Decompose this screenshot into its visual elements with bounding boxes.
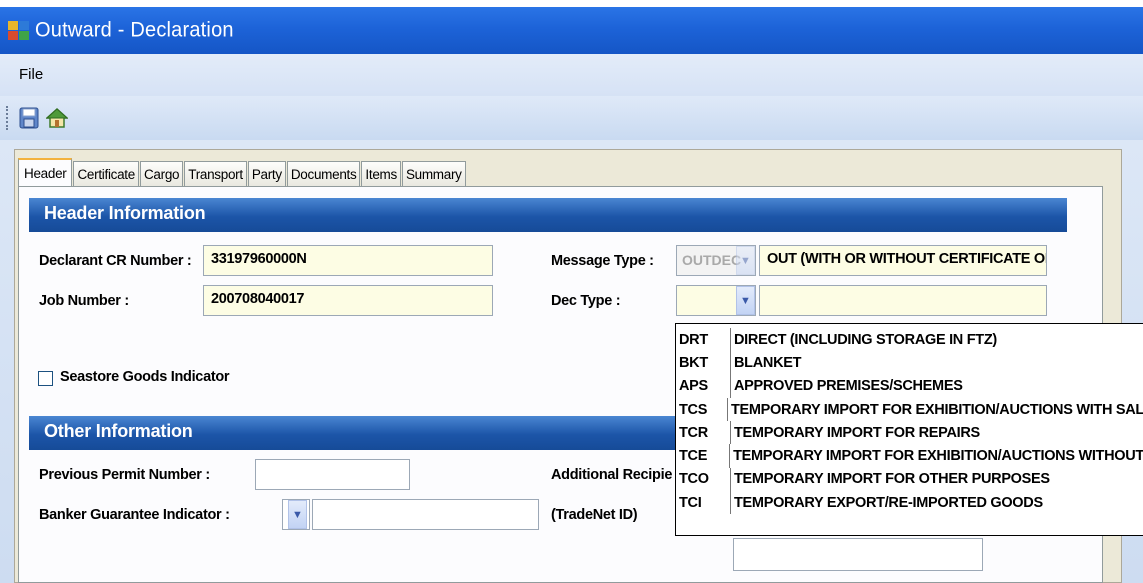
option-code: TCS [676,397,728,422]
message-type-dropdown-button: ▼ [736,246,755,275]
additional-recipient-field[interactable] [733,538,983,571]
previous-permit-label: Previous Permit Number : [39,467,210,483]
menu-file[interactable]: File [19,66,43,83]
dec-type-desc-field[interactable] [759,285,1047,316]
option-code: TCE [676,444,731,468]
dec-type-dropdown-button[interactable]: ▼ [736,286,755,315]
list-item[interactable]: TCO TEMPORARY IMPORT FOR OTHER PURPOSES [676,467,1143,492]
option-desc: APPROVED PREMISES/SCHEMES [734,378,963,395]
banker-guarantee-desc-field[interactable] [312,499,539,530]
banker-guarantee-dropdown-button[interactable]: ▼ [288,500,307,529]
job-number-field[interactable]: 200708040017 [203,285,493,316]
tab-strip: Header Certificate Cargo Transport Party… [18,158,467,186]
tab-documents[interactable]: Documents [286,161,361,186]
list-item[interactable]: TCS TEMPORARY IMPORT FOR EXHIBITION/AUCT… [676,397,1143,422]
option-code: TCO [676,467,731,492]
seastore-label: Seastore Goods Indicator [60,369,230,385]
chevron-down-icon: ▼ [740,254,751,267]
chevron-down-icon: ▼ [740,294,751,307]
tradenet-id-label: (TradeNet ID) [551,507,638,523]
window-title: Outward - Declaration [35,18,234,42]
other-information-title: Other Information [29,416,729,450]
save-button[interactable] [16,104,42,132]
list-item[interactable]: TCI TEMPORARY EXPORT/RE-IMPORTED GOODS [676,491,1143,515]
job-number-label: Job Number : [39,293,129,309]
tab-cargo[interactable]: Cargo [139,161,184,186]
option-code: DRT [676,328,731,352]
message-type-desc-field[interactable]: OUT (WITH OR WITHOUT CERTIFICATE OF ( [759,245,1047,276]
option-desc: DIRECT (INCLUDING STORAGE IN FTZ) [734,331,997,348]
tab-party[interactable]: Party [247,161,286,186]
declarant-cr-label: Declarant CR Number : [39,253,192,269]
tab-certificate[interactable]: Certificate [73,161,139,186]
window-titlebar[interactable]: Outward - Declaration [0,7,1143,54]
dec-type-label: Dec Type : [551,293,621,309]
tab-transport[interactable]: Transport [184,161,247,186]
message-type-code: OUTDEC [682,252,742,268]
save-icon [19,107,39,129]
declarant-cr-field[interactable]: 33197960000N [203,245,493,276]
list-item[interactable]: TCE TEMPORARY IMPORT FOR EXHIBITION/AUCT… [676,444,1143,468]
toolbar-grip-icon[interactable] [6,106,9,130]
list-item[interactable]: APS APPROVED PREMISES/SCHEMES [676,374,1143,398]
option-desc: TEMPORARY EXPORT/RE-IMPORTED GOODS [734,494,1043,511]
header-information-title: Header Information [29,198,1067,232]
previous-permit-field[interactable] [255,459,410,490]
tab-summary[interactable]: Summary [401,161,466,186]
option-code: BKT [676,351,731,375]
home-icon [46,107,68,128]
option-code: TCI [676,491,731,515]
seastore-checkbox[interactable] [38,371,53,386]
list-item[interactable]: BKT BLANKET [676,351,1143,375]
home-button[interactable] [44,104,70,132]
option-desc: BLANKET [734,354,802,371]
banker-guarantee-label: Banker Guarantee Indicator : [39,507,230,523]
additional-recipient-label: Additional Recipie [551,467,673,483]
toolbar [0,96,1143,140]
option-desc: TEMPORARY IMPORT FOR OTHER PURPOSES [734,471,1050,488]
dec-type-dropdown-list[interactable]: DRT DIRECT (INCLUDING STORAGE IN FTZ) BK… [675,323,1143,536]
tab-items[interactable]: Items [361,161,401,186]
message-type-label: Message Type : [551,253,654,269]
list-item[interactable]: DRT DIRECT (INCLUDING STORAGE IN FTZ) [676,328,1143,352]
chevron-down-icon: ▼ [292,508,303,521]
option-code: TCR [676,421,731,445]
option-desc: TEMPORARY IMPORT FOR REPAIRS [734,424,980,441]
app-icon [8,20,30,41]
tab-header[interactable]: Header [18,158,73,186]
option-code: APS [676,374,731,398]
option-desc: TEMPORARY IMPORT FOR EXHIBITION/AUCTIONS… [730,401,1143,418]
option-desc: TEMPORARY IMPORT FOR EXHIBITION/AUCTIONS… [733,448,1143,465]
list-item[interactable]: TCR TEMPORARY IMPORT FOR REPAIRS [676,421,1143,445]
menu-bar: File [0,54,1143,96]
